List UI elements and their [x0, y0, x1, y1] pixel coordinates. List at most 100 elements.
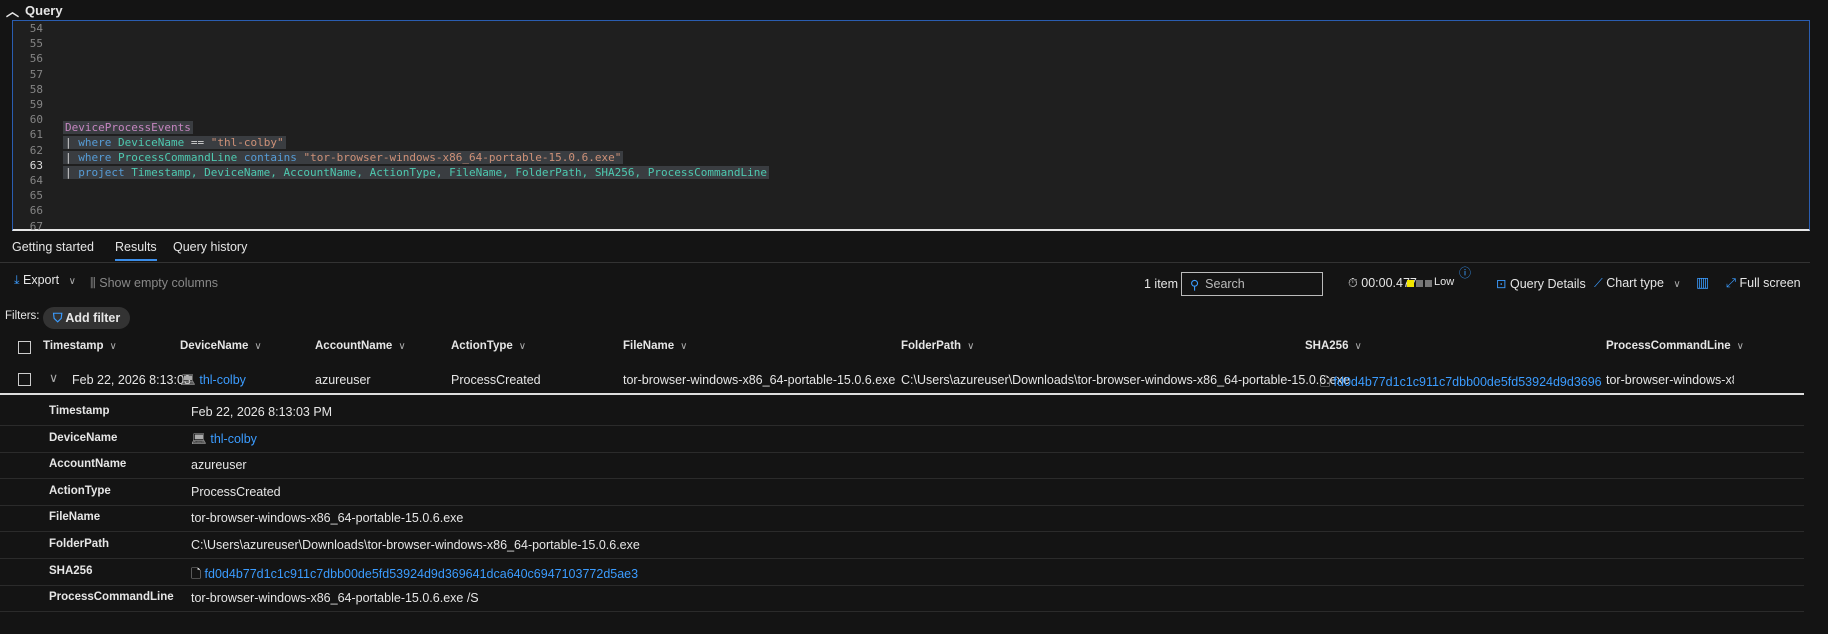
detail-label: AccountName — [49, 458, 127, 471]
detail-divider — [0, 425, 1804, 426]
row-expand-chevron-icon[interactable]: ∨ — [49, 370, 58, 385]
line-number: 59 — [29, 98, 43, 111]
query-details-button[interactable]: ⊡ Query Details — [1496, 276, 1586, 291]
chevron-down-icon: ∨ — [68, 276, 76, 287]
detail-value-sha256[interactable]: 🗋 fd0d4b77d1c1c911c7dbb00de5fd53924d9d36… — [191, 565, 638, 586]
query-editor[interactable]: 54 55 56 57 58 59 60 61 62 63 64 65 66 67 DeviceProce… — [12, 20, 1810, 233]
detail-divider — [0, 478, 1804, 480]
code-line-62: | where ProcessCommandLine contains "tor… — [63, 151, 624, 164]
str: "tor-browser-windows-x86_64-portable-15.… — [303, 151, 622, 164]
op: == — [190, 136, 205, 149]
stopwatch-icon: ⏱ — [1348, 276, 1358, 290]
column-header-sha256[interactable]: SHA256 ∨ — [1305, 340, 1362, 352]
line-number: 57 — [29, 67, 43, 81]
detail-value-devicename[interactable]: 💻︎ thl-colby — [191, 432, 257, 447]
sha256-link[interactable]: fd0d4b77d1c1c911c7dbb00de5fd53924d9d3696… — [1334, 375, 1602, 389]
column-header-accountname[interactable]: AccountName ∨ — [315, 340, 406, 352]
tab-getting-started[interactable]: Getting started — [12, 240, 94, 254]
pipe: | — [65, 166, 72, 179]
cell-folderpath: C:\Users\azureuser\Downloads\tor-browser… — [901, 373, 1350, 387]
filters-label: Filters: — [5, 310, 40, 322]
detail-value-accountname: azureuser — [191, 458, 247, 473]
laptop-icon: 💻︎ — [180, 373, 196, 387]
tab-query-history[interactable]: Query history — [173, 240, 247, 254]
chevron-down-icon: ∨ — [1736, 341, 1744, 352]
column-label: Timestamp — [43, 340, 104, 352]
chevron-down-icon: ∨ — [518, 341, 527, 352]
column-settings-icon[interactable]: ▥ — [1696, 274, 1709, 291]
tab-results[interactable]: Results — [115, 240, 157, 261]
line-number: 55 — [29, 37, 43, 51]
item-count: 1 item — [1144, 277, 1179, 291]
export-label: Export — [23, 273, 60, 287]
device-link[interactable]: thl-colby — [210, 432, 257, 446]
column-header-devicename[interactable]: DeviceName ∨ — [180, 340, 262, 352]
column-label: SHA256 — [1305, 340, 1349, 352]
chevron-down-icon: ∨ — [967, 341, 975, 352]
detail-label: Timestamp — [49, 405, 110, 417]
col: ProcessCommandLine — [118, 151, 238, 164]
info-icon[interactable]: ⓘ — [1459, 264, 1471, 281]
detail-divider — [0, 611, 1804, 613]
detail-label: ProcessCommandLine — [49, 591, 174, 604]
sha256-link[interactable]: fd0d4b77d1c1c911c7dbb00de5fd53924d9d3696… — [205, 567, 639, 581]
detail-divider — [0, 558, 1804, 559]
column-label: ProcessCommandLine — [1606, 340, 1731, 352]
divider — [0, 262, 1810, 263]
row-checkbox[interactable] — [18, 373, 31, 386]
detail-divider — [0, 504, 1804, 506]
column-header-processcommandline[interactable]: ProcessCommandLine ∨ — [1606, 340, 1744, 352]
line-number: 67 — [29, 219, 43, 233]
add-filter-button[interactable]: ⛉ Add filter — [43, 307, 131, 329]
query-panel-toggle[interactable]: ︿ Query — [6, 1, 63, 20]
pipe: | — [65, 151, 72, 164]
line-number: 63 — [29, 158, 43, 172]
column-header-filename[interactable]: FileName ∨ — [623, 340, 687, 352]
chart-icon: ⟋ — [1594, 276, 1603, 290]
filter-icon: ⛉ — [53, 310, 63, 325]
download-icon: ⤓ — [14, 273, 20, 287]
search-input[interactable]: ⚲ Search — [1181, 272, 1323, 296]
full-screen-label: Full screen — [1739, 276, 1801, 290]
chevron-down-icon: ∨ — [1354, 341, 1362, 352]
select-all-checkbox[interactable] — [18, 341, 31, 354]
column-label: AccountName — [315, 340, 393, 352]
detail-divider — [0, 531, 1804, 533]
line-number: 64 — [29, 174, 43, 187]
full-screen-button[interactable]: ⤢ Full screen — [1726, 276, 1801, 291]
chart-type-button[interactable]: ⟋ Chart type ∨ — [1594, 276, 1681, 291]
kw: where — [78, 151, 112, 164]
op: contains — [243, 151, 297, 164]
device-link[interactable]: thl-colby — [199, 373, 246, 387]
line-number: 66 — [29, 204, 43, 218]
file-icon: 🗋 — [1320, 375, 1331, 389]
str: "thl-colby" — [210, 136, 284, 149]
chevron-down-icon: ∨ — [680, 341, 688, 352]
cell-sha256[interactable]: 🗋 fd0d4b77d1c1c911c7dbb00de5fd53924d9d36… — [1320, 373, 1602, 394]
cols: Timestamp, DeviceName, AccountName, Acti… — [131, 166, 767, 179]
efficiency-label: Low — [1434, 276, 1455, 288]
query-title: Query — [25, 3, 63, 18]
detail-value-timestamp: Feb 22, 2026 8:13:03 PM — [191, 405, 333, 419]
chevron-down-icon: ∨ — [109, 341, 117, 352]
cell-accountname: azureuser — [315, 373, 371, 387]
cell-timestamp: Feb 22, 2026 8:13:03 — [72, 373, 191, 387]
chart-type-label: Chart type — [1606, 276, 1664, 290]
column-header-actiontype[interactable]: ActionType ∨ — [451, 340, 526, 352]
show-empty-columns-toggle[interactable]: ⫼ Show empty columns — [90, 276, 218, 291]
line-number: 61 — [29, 128, 43, 142]
code-line-60: DeviceProcessEvents — [63, 121, 193, 134]
detail-divider — [0, 584, 1804, 586]
export-button[interactable]: ⤓ Export ∨ — [14, 273, 76, 288]
search-icon: ⚲ — [1190, 277, 1200, 292]
column-header-timestamp[interactable]: Timestamp ∨ — [43, 340, 117, 352]
details-icon: ⊡ — [1496, 277, 1507, 291]
file-icon: 🗋 — [191, 566, 202, 581]
detail-label: ActionType — [49, 484, 111, 497]
column-header-folderpath[interactable]: FolderPath ∨ — [901, 340, 974, 352]
chevron-down-icon: ∨ — [398, 341, 406, 352]
row-divider — [0, 393, 1804, 395]
query-details-label: Query Details — [1509, 277, 1586, 291]
code-line-61: | where DeviceName == "thl-colby" — [63, 136, 286, 149]
cell-devicename[interactable]: 💻︎ thl-colby — [180, 373, 246, 388]
